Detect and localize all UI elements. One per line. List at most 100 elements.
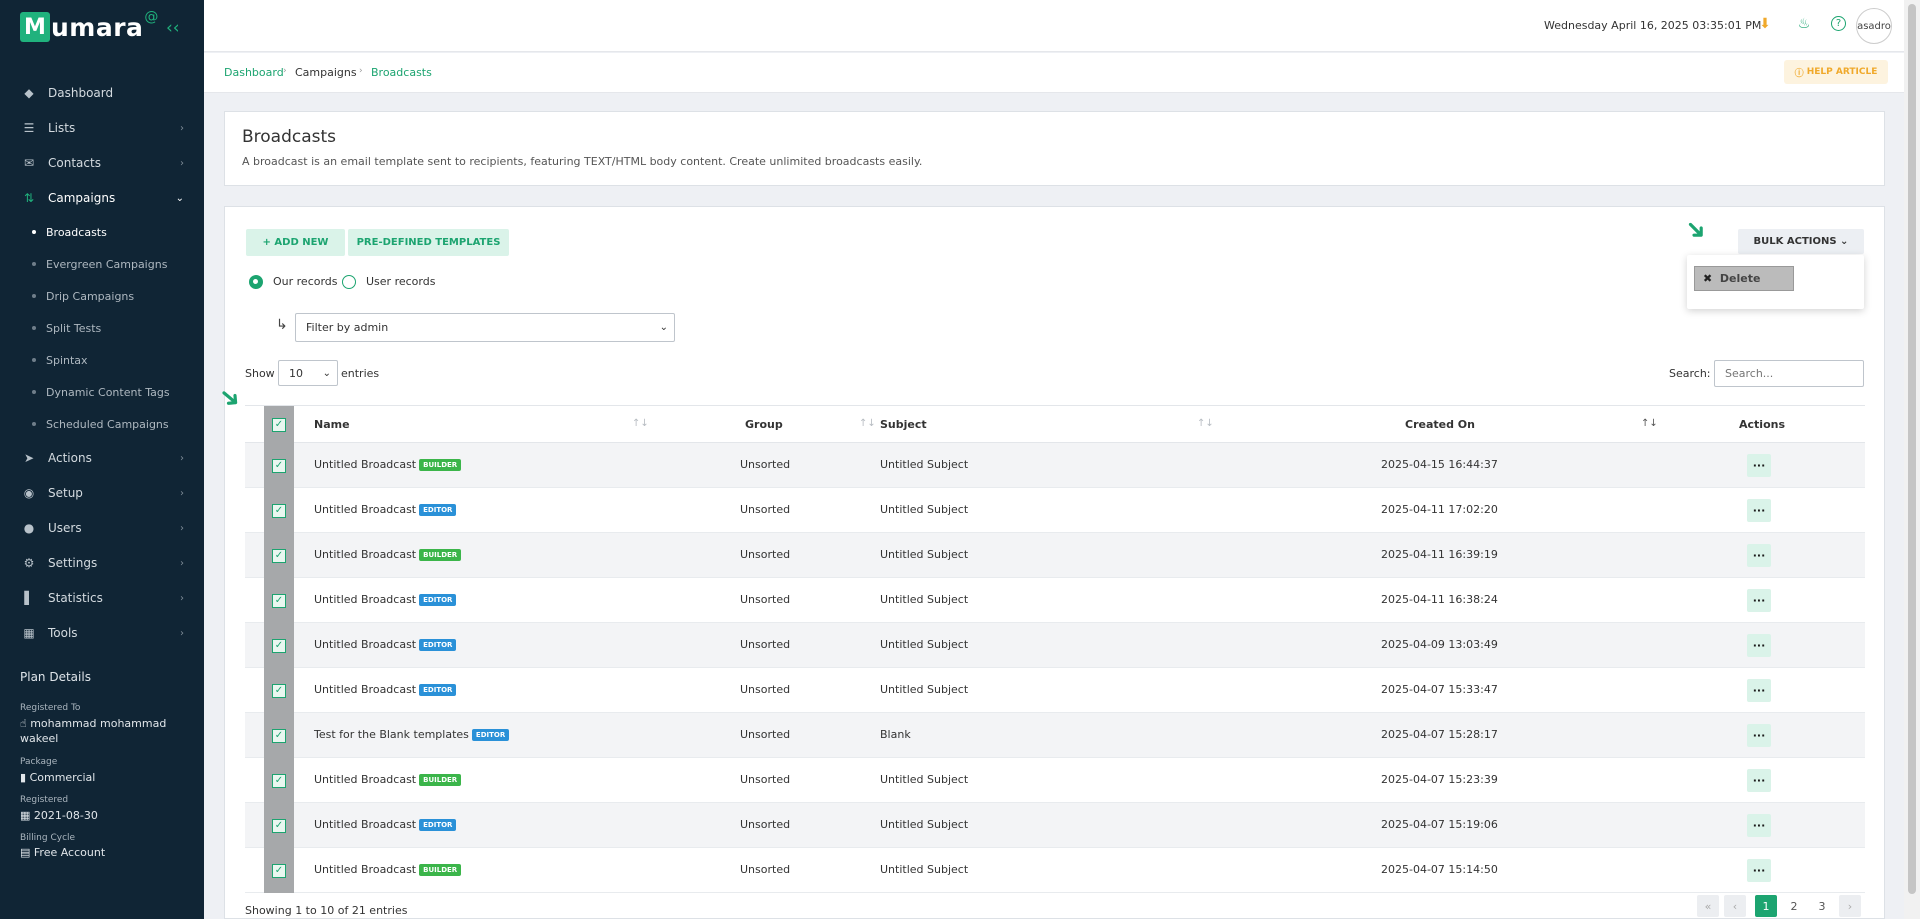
row-actions-button[interactable]: ··· [1747,679,1771,702]
avatar[interactable]: asadro [1856,8,1892,44]
row-actions-button[interactable]: ··· [1747,724,1771,747]
sidebar-item-tools[interactable]: ▦ Tools › [0,618,204,648]
page-1-button[interactable]: 1 [1755,895,1777,917]
name-cell: Untitled Broadcast BUILDER [314,458,462,471]
row-checkbox[interactable]: ✓ [272,548,286,563]
row-actions-button[interactable]: ··· [1747,499,1771,522]
header-created-on[interactable]: Created On [1405,418,1475,431]
broadcast-name[interactable]: Untitled Broadcast [314,683,416,696]
sidebar-subitem-label: Evergreen Campaigns [46,257,168,271]
bullet-icon [32,390,36,394]
sidebar-item-lists[interactable]: ☰ Lists › [0,113,204,143]
predefined-templates-button[interactable]: PRE-DEFINED TEMPLATES [348,229,509,256]
header-subject[interactable]: Subject [880,418,927,431]
sidebar-item-campaigns[interactable]: ⇅ Campaigns ⌄ [0,183,204,213]
sidebar-subitem-broadcasts[interactable]: Broadcasts [0,220,204,244]
select-all-checkbox[interactable]: ✓ [272,417,286,432]
sidebar-item-statistics[interactable]: ▌ Statistics › [0,583,204,613]
broadcast-name[interactable]: Untitled Broadcast [314,503,416,516]
bulk-actions-button[interactable]: BULK ACTIONS ⌄ [1738,229,1864,254]
send-icon: ➤ [23,451,35,465]
row-actions-button[interactable]: ··· [1747,544,1771,567]
group-cell: Unsorted [740,728,791,741]
breadcrumb-campaigns[interactable]: Campaigns [295,66,357,79]
sort-icon[interactable]: ↑↓ [1197,418,1214,429]
chevron-right-icon: › [180,122,184,134]
created-on-cell: 2025-04-07 15:28:17 [1381,728,1498,741]
name-cell: Untitled Broadcast BUILDER [314,863,462,876]
sort-icon[interactable]: ↑↓ [632,418,649,429]
broadcast-name[interactable]: Untitled Broadcast [314,458,416,471]
sidebar-item-contacts[interactable]: ✉ Contacts › [0,148,204,178]
header-name[interactable]: Name [314,418,350,431]
sidebar-item-label: Users [48,521,82,535]
entries-per-page-select[interactable]: 10 ⌄ [278,360,338,386]
search-input[interactable] [1714,360,1864,387]
first-page-button[interactable]: « [1697,895,1719,917]
table-row: ✓ Untitled Broadcast EDITOR Unsorted Untitle… [245,578,1865,623]
sidebar-item-actions[interactable]: ➤ Actions › [0,443,204,473]
name-cell: Untitled Broadcast EDITOR [314,503,457,516]
sidebar-subitem-dynamic-tags[interactable]: Dynamic Content Tags [0,380,204,404]
sidebar-subitem-split-tests[interactable]: Split Tests [0,316,204,340]
package-text: Commercial [29,771,96,784]
subject-cell: Untitled Subject [880,683,969,696]
broadcast-name[interactable]: Untitled Broadcast [314,638,416,651]
created-on-cell: 2025-04-07 15:23:39 [1381,773,1498,786]
broadcast-name[interactable]: Untitled Broadcast [314,863,416,876]
envelope-icon: ✉ [23,156,35,170]
row-actions-button[interactable]: ··· [1747,589,1771,612]
row-actions-button[interactable]: ··· [1747,814,1771,837]
broadcast-name[interactable]: Untitled Broadcast [314,773,416,786]
row-checkbox[interactable]: ✓ [272,683,286,698]
broadcast-name[interactable]: Untitled Broadcast [314,548,416,561]
row-actions-button[interactable]: ··· [1747,634,1771,657]
sort-desc-icon[interactable]: ↑↓ [1641,418,1658,429]
help-icon[interactable]: ? [1831,16,1846,31]
breadcrumb-dashboard[interactable]: Dashboard [224,66,284,79]
page-3-button[interactable]: 3 [1811,895,1833,917]
add-new-button[interactable]: + ADD NEW [246,229,345,256]
sidebar-item-settings[interactable]: ⚙ Settings › [0,548,204,578]
broadcast-name[interactable]: Untitled Broadcast [314,593,416,606]
page-scrollbar[interactable] [1904,0,1920,919]
sidebar-subitem-evergreen[interactable]: Evergreen Campaigns [0,252,204,276]
list-icon: ☰ [23,121,35,135]
logo[interactable]: M umara @ [20,9,159,42]
delete-menu-item[interactable]: ✖ Delete [1694,266,1794,291]
collapse-sidebar-icon[interactable]: ‹‹ [166,18,180,38]
row-actions-button[interactable]: ··· [1747,859,1771,882]
user-records-radio[interactable] [342,275,356,289]
broadcast-name[interactable]: Untitled Broadcast [314,818,416,831]
broadcast-name[interactable]: Test for the Blank templates [314,728,469,741]
row-checkbox[interactable]: ✓ [272,503,286,518]
next-page-button[interactable]: › [1839,895,1861,917]
row-select-cell: ✓ [264,533,294,578]
sidebar-subitem-drip[interactable]: Drip Campaigns [0,284,204,308]
filter-by-admin-select[interactable]: Filter by admin ⌄ [295,313,675,342]
row-checkbox[interactable]: ✓ [272,863,286,878]
page-2-button[interactable]: 2 [1783,895,1805,917]
our-records-radio[interactable] [249,275,263,289]
row-actions-button[interactable]: ··· [1747,769,1771,792]
row-checkbox[interactable]: ✓ [272,773,286,788]
scrollbar-thumb[interactable] [1908,4,1916,894]
bell-icon[interactable]: ♨ [1795,15,1813,33]
row-checkbox[interactable]: ✓ [272,593,286,608]
sidebar-item-setup[interactable]: ◉ Setup › [0,478,204,508]
row-checkbox[interactable]: ✓ [272,818,286,833]
row-checkbox[interactable]: ✓ [272,728,286,743]
sidebar-subitem-scheduled[interactable]: Scheduled Campaigns [0,412,204,436]
prev-page-button[interactable]: ‹ [1724,895,1746,917]
header-group[interactable]: Group [745,418,783,431]
sidebar-item-dashboard[interactable]: ◆ Dashboard [0,78,204,108]
sidebar-subitem-spintax[interactable]: Spintax [0,348,204,372]
row-checkbox[interactable]: ✓ [272,458,286,473]
row-checkbox[interactable]: ✓ [272,638,286,653]
logo-at: @ [144,9,159,25]
sort-icon[interactable]: ↑↓ [859,418,876,429]
download-icon[interactable]: ⬇ [1756,15,1774,33]
help-article-button[interactable]: ⓘ HELP ARTICLE [1784,60,1888,84]
row-actions-button[interactable]: ··· [1747,454,1771,477]
sidebar-item-users[interactable]: ● Users › [0,513,204,543]
